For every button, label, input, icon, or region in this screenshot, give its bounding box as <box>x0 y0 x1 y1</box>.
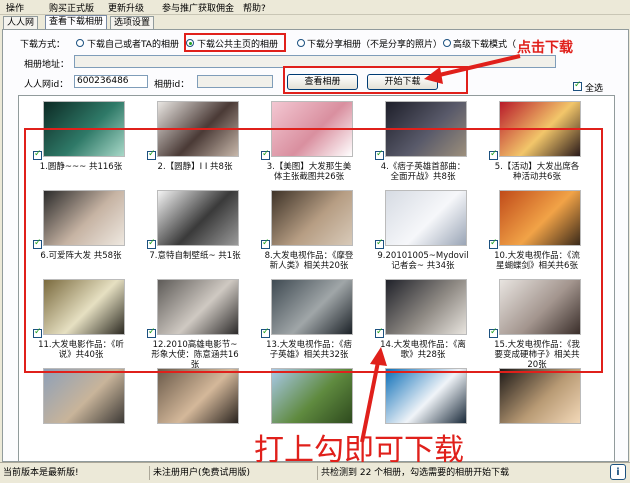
menu-bar: 操作 购买正式版 更新升级 参与推广获取佣金 帮助? <box>0 0 630 15</box>
annotation-album-selection-box <box>24 128 603 373</box>
annotation-public-page-box <box>184 33 286 52</box>
radio-advanced-mode-label: 高级下载模式（ <box>453 40 517 50</box>
album-thumbnail[interactable] <box>499 368 581 424</box>
select-all-checkbox[interactable] <box>573 80 582 91</box>
radio-shared-album[interactable] <box>297 39 305 47</box>
tab-view-download[interactable]: 查看下载相册 <box>45 15 108 30</box>
menu-item-help[interactable]: 帮助? <box>243 1 266 14</box>
select-all-label: 全选 <box>585 84 604 94</box>
status-user: 未注册用户(免费试用版) <box>150 466 318 480</box>
radio-own-album[interactable] <box>76 39 84 47</box>
album-url-label: 相册地址： <box>24 60 70 70</box>
menu-item-affiliate[interactable]: 参与推广获取佣金 <box>162 1 234 14</box>
radio-advanced-mode[interactable] <box>443 39 451 47</box>
album-id-field[interactable] <box>197 75 273 88</box>
album-thumbnail[interactable] <box>43 368 125 424</box>
status-version: 当前版本是最新版! <box>0 466 150 480</box>
album-thumbnail[interactable] <box>385 368 467 424</box>
status-result: 共检测到 22 个相册，勾选需要的相册开始下载 <box>321 468 510 478</box>
renren-id-field[interactable]: 600236486 <box>74 75 148 88</box>
status-bar: 当前版本是最新版! 未注册用户(免费试用版) 共检测到 22 个相册，勾选需要的… <box>0 462 630 483</box>
menu-item-buy[interactable]: 购买正式版 <box>49 1 94 14</box>
radio-shared-album-label: 下载分享相册（不是分享的照片） <box>307 40 443 50</box>
album-item[interactable] <box>19 368 125 461</box>
info-icon[interactable]: i <box>610 464 626 480</box>
tab-settings[interactable]: 选项设置 <box>110 16 155 29</box>
download-mode-label: 下载方式： <box>20 40 66 50</box>
menu-item-operate[interactable]: 操作 <box>6 1 24 14</box>
renren-id-label: 人人网id： <box>24 80 69 90</box>
album-item[interactable] <box>471 368 581 461</box>
annotation-download-buttons-box <box>283 66 468 94</box>
album-id-label: 相册id： <box>154 80 190 90</box>
annotation-click-download: 点击下载 <box>517 40 573 56</box>
radio-own-album-label: 下载自己或者TA的相册 <box>87 40 179 50</box>
menu-item-update[interactable]: 更新升级 <box>108 1 144 14</box>
album-thumbnail[interactable] <box>157 368 239 424</box>
tab-bar: 人人网 查看下载相册 选项设置 <box>0 15 630 30</box>
album-thumbnail[interactable] <box>271 368 353 424</box>
tab-renren[interactable]: 人人网 <box>3 16 39 29</box>
album-item[interactable] <box>129 368 239 461</box>
